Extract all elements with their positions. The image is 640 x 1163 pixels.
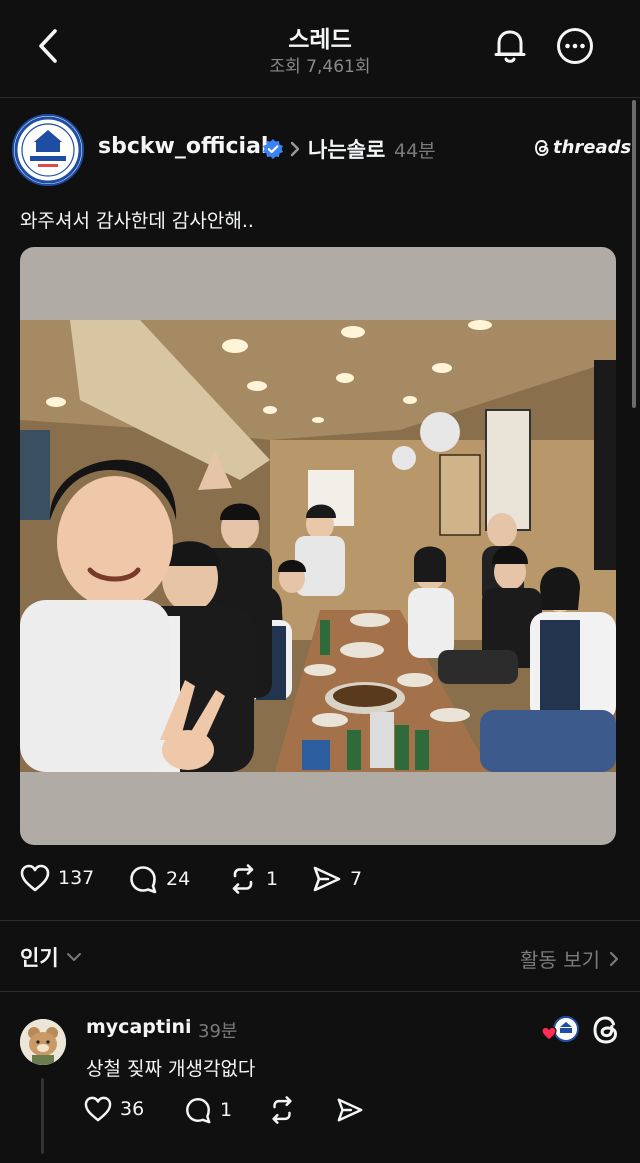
restaurant-group-photo <box>20 320 616 772</box>
comment-like-button[interactable]: 36 <box>84 1096 144 1122</box>
top-bar: 스레드 조회 7,461회 <box>0 0 640 98</box>
more-horizontal-icon <box>557 28 593 64</box>
more-options-button[interactable] <box>555 26 595 66</box>
view-count: 조회 7,461회 <box>269 57 371 77</box>
like-button[interactable]: 137 <box>20 864 94 892</box>
commenter-username[interactable]: mycaptini <box>86 1016 192 1038</box>
comment-icon <box>130 866 157 894</box>
comment-like-count: 36 <box>120 1098 145 1120</box>
heart-icon <box>20 864 50 892</box>
send-icon <box>337 1098 363 1122</box>
comment-reply-count: 1 <box>220 1099 233 1121</box>
repost-icon <box>272 1096 292 1124</box>
chevron-down-icon <box>66 953 81 961</box>
repost-count: 1 <box>266 868 279 890</box>
author-liked-badge <box>540 1016 580 1044</box>
heart-icon <box>84 1096 112 1122</box>
brand-logo-icon <box>14 116 82 184</box>
repost-button[interactable]: 1 <box>228 864 278 894</box>
post-image[interactable] <box>20 247 616 845</box>
scrollbar[interactable] <box>632 100 636 408</box>
share-button[interactable]: 7 <box>312 864 362 894</box>
comment-time: 39분 <box>198 1021 238 1042</box>
verified-badge-icon <box>262 138 284 160</box>
threads-logo-icon[interactable] <box>590 1014 622 1046</box>
threads-logo-icon <box>535 139 549 156</box>
comment-share-button[interactable] <box>336 1096 364 1124</box>
comment-repost-button[interactable] <box>268 1096 296 1124</box>
bear-avatar-icon <box>20 1019 66 1065</box>
author-avatar[interactable] <box>12 114 84 186</box>
actions-divider <box>0 920 640 921</box>
view-activity-link[interactable]: 활동 보기 <box>520 944 620 973</box>
threads-label: threads <box>553 137 632 158</box>
commenter-avatar[interactable] <box>20 1019 66 1065</box>
comment-reply-button[interactable]: 1 <box>184 1096 232 1124</box>
author-username[interactable]: sbckw_official <box>98 134 268 159</box>
threads-watermark: threads <box>534 137 631 158</box>
reply-button[interactable]: 24 <box>128 864 190 894</box>
post-actions: 137 24 1 7 <box>20 864 620 904</box>
like-count: 137 <box>58 867 95 889</box>
post-time: 44분 <box>394 140 436 162</box>
notifications-button[interactable] <box>490 26 530 66</box>
page-title: 스레드 <box>288 27 352 53</box>
share-count: 7 <box>350 868 363 890</box>
chevron-right-icon <box>288 138 302 160</box>
reply-count: 24 <box>166 868 191 890</box>
sort-divider <box>0 991 640 992</box>
topic-tag[interactable]: 나는솔로 <box>308 134 385 164</box>
chevron-right-icon <box>609 951 619 966</box>
reply-thread-line <box>41 1078 44 1154</box>
view-activity-label: 활동 보기 <box>520 948 600 972</box>
bell-icon <box>494 30 526 63</box>
sort-dropdown[interactable]: 인기 <box>20 942 83 972</box>
send-icon <box>313 866 341 892</box>
post-text: 와주셔서 감사한데 감사안해.. <box>20 210 254 232</box>
comment-icon <box>186 1098 211 1124</box>
comment-text: 상철 짖짜 개생각없다 <box>86 1058 256 1080</box>
repost-icon <box>232 864 254 894</box>
comment-actions: 36 1 <box>84 1096 404 1132</box>
header-divider <box>0 97 640 98</box>
sort-label: 인기 <box>20 946 59 970</box>
author-liked-heart-icon <box>541 1016 579 1042</box>
